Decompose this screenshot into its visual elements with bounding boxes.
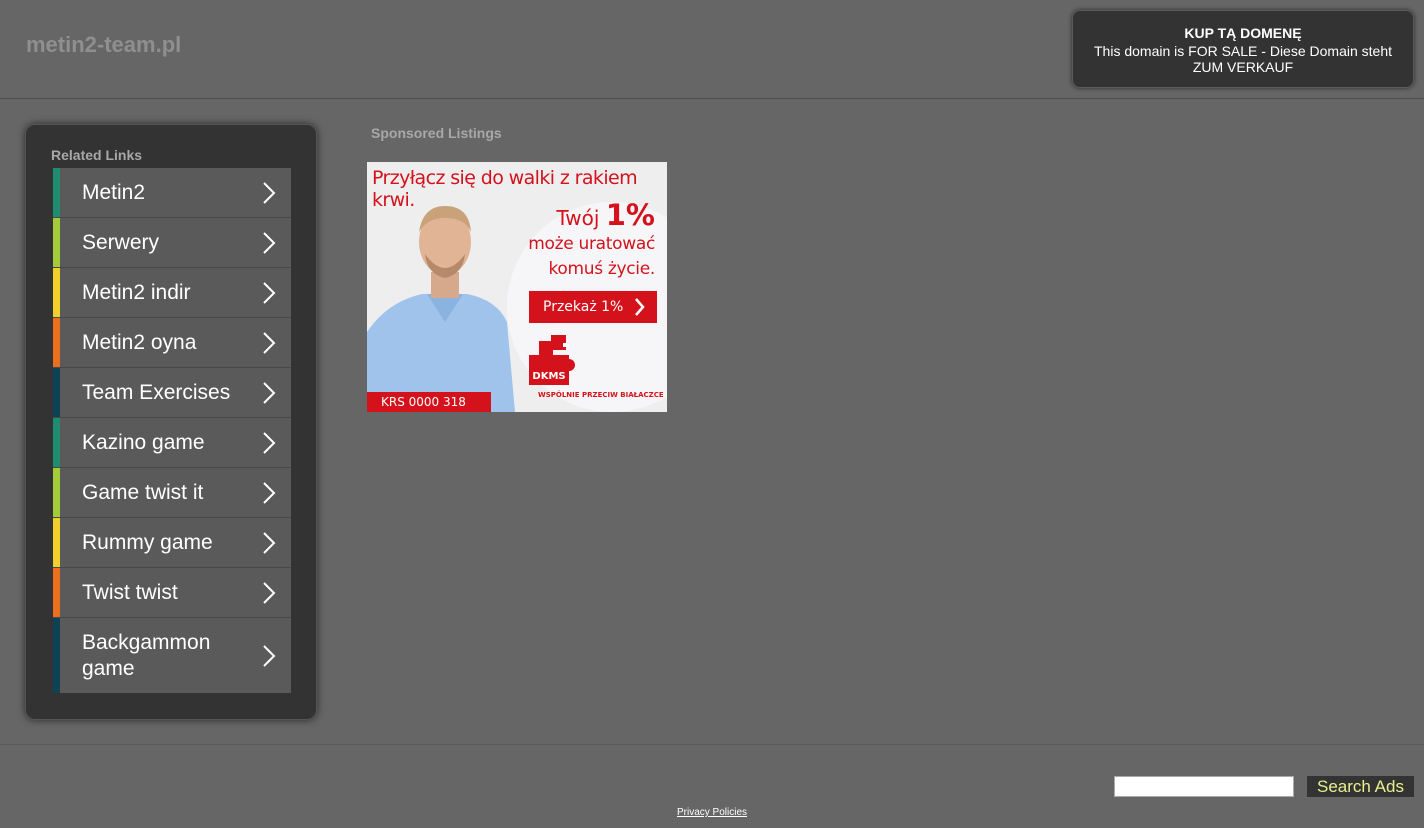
main-content: Related Links Metin2 Serwery Metin2 indir M… <box>0 99 1424 745</box>
related-link-item[interactable]: Metin2 oyna <box>53 318 291 368</box>
related-link-item[interactable]: Twist twist <box>53 568 291 618</box>
related-links-panel: Related Links Metin2 Serwery Metin2 indir M… <box>25 124 317 720</box>
ad-cta-label: Przekaż 1% <box>543 299 624 315</box>
related-link-item[interactable]: Kazino game <box>53 418 291 468</box>
privacy-policies-link[interactable]: Privacy Policies <box>677 807 747 818</box>
ad-tagline: WSPÓLNIE PRZECIW BIAŁACZCE <box>538 391 664 399</box>
chevron-right-icon <box>263 481 276 504</box>
sale-subtitle[interactable]: This domain is FOR SALE - Diese Domain s… <box>1073 41 1413 75</box>
site-title[interactable]: metin2-team.pl <box>26 32 181 58</box>
chevron-right-icon <box>263 644 276 667</box>
search-ads-input[interactable] <box>1114 776 1294 797</box>
related-link-item[interactable]: Team Exercises <box>53 368 291 418</box>
footer: Search Ads Privacy Policies <box>0 745 1424 828</box>
related-link-item[interactable]: Metin2 <box>53 168 291 218</box>
sponsored-ad-banner[interactable]: Przyłącz się do walki z rakiem krwi. Twó… <box>367 162 667 412</box>
chevron-right-icon <box>263 231 276 254</box>
domain-sale-banner[interactable]: KUP TĄ DOMENĘ This domain is FOR SALE - … <box>1072 10 1414 88</box>
link-accent-bar <box>53 618 60 693</box>
related-link-label: Kazino game <box>82 430 205 454</box>
ad-line3: komuś życie. <box>548 259 655 279</box>
link-accent-bar <box>53 268 60 317</box>
ad-logo-text: DKMS <box>532 371 566 382</box>
ad-line2: może uratować <box>528 234 655 254</box>
chevron-right-icon <box>263 331 276 354</box>
chevron-right-icon <box>635 298 645 316</box>
related-link-label: Backgammon game <box>82 630 211 680</box>
related-links-title: Related Links <box>51 147 143 163</box>
sponsored-listings-title: Sponsored Listings <box>371 125 502 141</box>
header: metin2-team.pl KUP TĄ DOMENĘ This domain… <box>0 0 1424 99</box>
related-link-label: Twist twist <box>82 580 178 604</box>
related-link-label: Metin2 oyna <box>82 330 197 354</box>
chevron-right-icon <box>263 181 276 204</box>
privacy-policies-container: Privacy Policies <box>0 802 1424 820</box>
related-link-label: Team Exercises <box>82 380 231 404</box>
link-accent-bar <box>53 368 60 417</box>
sale-title[interactable]: KUP TĄ DOMENĘ <box>1073 25 1413 41</box>
link-accent-bar <box>53 218 60 267</box>
ad-cta-button[interactable]: Przekaż 1% <box>529 291 657 323</box>
chevron-right-icon <box>263 381 276 404</box>
related-link-label: Metin2 <box>82 180 146 204</box>
link-accent-bar <box>53 518 60 567</box>
link-accent-bar <box>53 568 60 617</box>
link-accent-bar <box>53 318 60 367</box>
related-link-item[interactable]: Rummy game <box>53 518 291 568</box>
related-links-list: Metin2 Serwery Metin2 indir Metin2 oyna Team… <box>53 168 291 693</box>
related-link-item[interactable]: Serwery <box>53 218 291 268</box>
link-accent-bar <box>53 468 60 517</box>
related-link-label: Metin2 indir <box>82 280 191 304</box>
ad-krs-number: KRS 0000 318 602 <box>367 392 491 412</box>
related-link-label: Game twist it <box>82 480 204 504</box>
chevron-right-icon <box>263 281 276 304</box>
link-accent-bar <box>53 168 60 217</box>
link-accent-bar <box>53 418 60 467</box>
ad-percent: 1% <box>605 198 655 232</box>
chevron-right-icon <box>263 431 276 454</box>
related-link-label: Rummy game <box>82 530 213 554</box>
related-link-label: Serwery <box>82 230 160 254</box>
chevron-right-icon <box>263 581 276 604</box>
ad-twoj-line: Twój 1% <box>367 198 655 232</box>
related-link-item[interactable]: Backgammon game <box>53 618 291 693</box>
search-ads-button[interactable]: Search Ads <box>1307 776 1414 797</box>
chevron-right-icon <box>263 531 276 554</box>
related-link-item[interactable]: Metin2 indir <box>53 268 291 318</box>
related-link-item[interactable]: Game twist it <box>53 468 291 518</box>
ad-twoj: Twój <box>556 206 600 230</box>
